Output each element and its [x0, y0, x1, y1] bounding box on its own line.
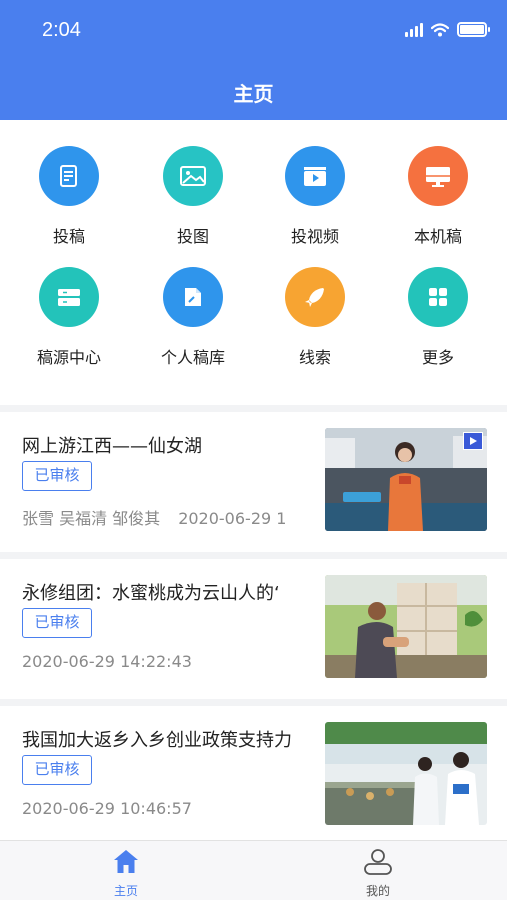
monitor-icon [408, 146, 468, 206]
signal-icon [405, 22, 423, 37]
page-title: 主页 [233, 82, 274, 106]
news-item[interactable]: 永修组团：水蜜桃成为云山人的‘ 已审核 2020-06-29 14:22:43 [0, 559, 507, 699]
status-icons [405, 22, 490, 37]
inbox-icon [39, 267, 99, 327]
document-edit-icon [39, 146, 99, 206]
news-item[interactable]: 网上游江西——仙女湖 已审核 张雪 吴福清 邹俊其 2020-06-29 1 [0, 412, 507, 552]
grid-item-clues[interactable]: 线索 [260, 267, 370, 368]
grid-item-personal-library[interactable]: 个人稿库 [138, 267, 248, 368]
grid-label: 本机稿 [413, 227, 462, 246]
news-meta: 张雪 吴福清 邹俊其 2020-06-29 1 [22, 505, 314, 529]
news-time: 2020-06-29 10:46:57 [22, 799, 192, 818]
status-badge: 已审核 [22, 608, 92, 638]
user-icon [364, 849, 392, 875]
news-authors: 张雪 吴福清 邹俊其 [22, 509, 161, 528]
news-item[interactable]: 我国加大返乡入乡创业政策支持力 已审核 2020-06-29 10:46:57 [0, 706, 507, 846]
home-icon [114, 850, 138, 873]
grid-label: 稿源中心 [36, 348, 101, 367]
news-title: 永修组团：水蜜桃成为云山人的‘ [22, 583, 280, 604]
grid-item-source-center[interactable]: 稿源中心 [14, 267, 124, 368]
grid-label: 投图 [176, 227, 209, 246]
news-meta: 2020-06-29 14:22:43 [22, 652, 314, 671]
battery-icon [457, 22, 490, 37]
grid-label: 更多 [421, 348, 454, 367]
news-thumbnail[interactable] [325, 428, 487, 531]
grid-item-submit[interactable]: 投稿 [14, 146, 124, 247]
video-icon [285, 146, 345, 206]
grid-label: 投稿 [52, 227, 85, 246]
grid-item-local-drafts[interactable]: 本机稿 [383, 146, 493, 247]
wifi-icon [431, 22, 449, 36]
folder-edit-icon [163, 267, 223, 327]
rocket-icon [285, 267, 345, 327]
news-time: 2020-06-29 14:22:43 [22, 652, 192, 671]
status-badge: 已审核 [22, 461, 92, 491]
news-thumbnail[interactable] [325, 575, 487, 678]
apps-grid-icon [408, 267, 468, 327]
tab-bar: 主页 我的 [0, 840, 507, 900]
tab-home[interactable]: 主页 [86, 847, 166, 899]
play-icon [463, 432, 483, 450]
feature-grid: 投稿 投图 投视频 本机稿 稿源中心 个人稿库 线索 更多 [0, 120, 507, 405]
status-badge: 已审核 [22, 755, 92, 785]
image-icon [163, 146, 223, 206]
grid-item-submit-image[interactable]: 投图 [138, 146, 248, 247]
grid-label: 个人稿库 [160, 348, 225, 367]
tab-home-label: 主页 [113, 884, 138, 898]
news-time: 2020-06-29 1 [178, 509, 287, 528]
news-meta: 2020-06-29 10:46:57 [22, 799, 314, 818]
news-thumbnail[interactable] [325, 722, 487, 825]
news-title: 我国加大返乡入乡创业政策支持力 [22, 730, 292, 751]
grid-label: 投视频 [290, 227, 339, 246]
app-header: 2:04 主页 [0, 0, 507, 120]
tab-mine[interactable]: 我的 [338, 847, 418, 899]
status-time: 2:04 [42, 19, 81, 41]
grid-label: 线索 [298, 348, 331, 367]
tab-mine-label: 我的 [365, 884, 390, 898]
grid-item-more[interactable]: 更多 [383, 267, 493, 368]
news-title: 网上游江西——仙女湖 [22, 436, 202, 457]
grid-item-submit-video[interactable]: 投视频 [260, 146, 370, 247]
